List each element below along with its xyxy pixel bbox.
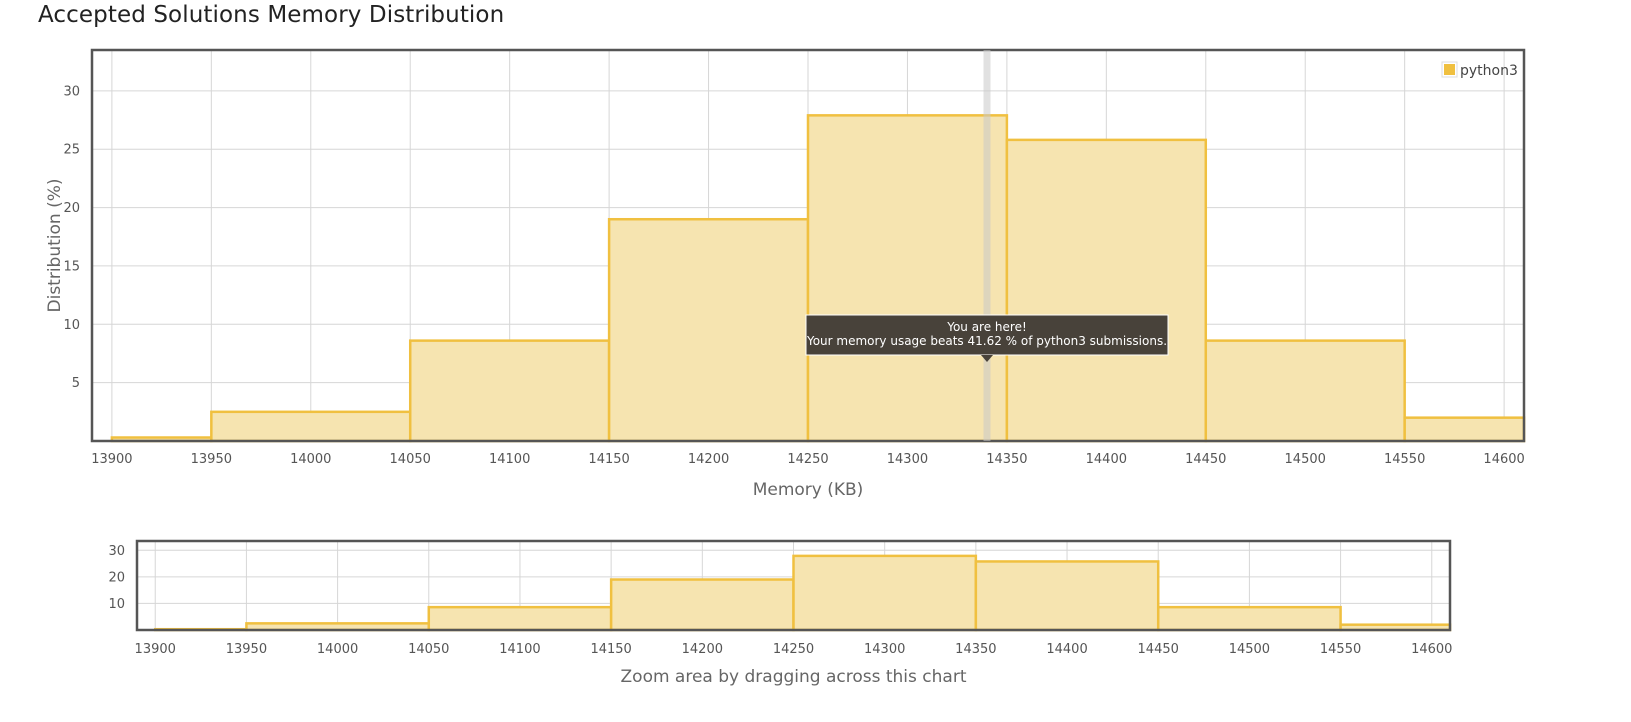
tooltip-message: Your memory usage beats 41.62 % of pytho… — [806, 334, 1167, 348]
legend-label: python3 — [1460, 63, 1518, 79]
x-tick-label: 14600 — [1411, 642, 1452, 657]
x-tick-label: 14200 — [688, 452, 729, 467]
x-tick-label: 13950 — [226, 642, 267, 657]
histogram-bar — [408, 339, 611, 443]
y-tick-label: 10 — [63, 318, 80, 333]
main-chart: 13900 13950 14000 14050 14100 14150 14200 14250… — [45, 48, 1526, 500]
x-tick-label: 14500 — [1285, 452, 1326, 467]
legend-swatch — [1444, 64, 1455, 75]
histogram-bar — [792, 554, 978, 632]
x-tick-label: 13900 — [91, 452, 132, 467]
x-tick-label: 14600 — [1483, 452, 1524, 467]
histogram-bar — [609, 578, 795, 632]
y-tick-label: 10 — [108, 597, 125, 612]
histogram-bar — [1403, 416, 1526, 443]
y-axis-title: Distribution (%) — [45, 179, 65, 313]
x-tick-label: 14050 — [408, 642, 449, 657]
x-tick-label: 13900 — [135, 642, 176, 657]
x-tick-label: 14150 — [588, 452, 629, 467]
x-tick-label: 14550 — [1320, 642, 1361, 657]
x-tick-label: 14050 — [390, 452, 431, 467]
zoom-navigator-chart: 13900 13950 14000 14050 14100 14150 14200 14250… — [108, 539, 1452, 687]
y-tick-label: 30 — [63, 84, 80, 99]
histogram-bar — [806, 114, 1009, 443]
x-tick-label: 14000 — [317, 642, 358, 657]
x-tick-label: 14150 — [590, 642, 631, 657]
y-tick-label: 20 — [63, 201, 80, 216]
x-tick-label: 14450 — [1185, 452, 1226, 467]
histogram-bar — [1204, 339, 1406, 443]
x-tick-label: 14400 — [1046, 642, 1087, 657]
x-tick-label: 14350 — [955, 642, 996, 657]
x-tick-label: 14250 — [787, 452, 828, 467]
y-tick-label: 15 — [63, 259, 80, 274]
histogram-bar — [607, 217, 810, 443]
x-tick-label: 14450 — [1138, 642, 1179, 657]
x-tick-label: 14100 — [489, 452, 530, 467]
x-tick-label: 14400 — [1086, 452, 1127, 467]
current-position-marker — [983, 50, 991, 441]
x-tick-label: 14250 — [773, 642, 814, 657]
y-tick-label: 20 — [108, 570, 125, 585]
histogram-bar — [427, 605, 613, 632]
y-tick-label: 5 — [72, 376, 80, 391]
x-axis-title: Memory (KB) — [753, 480, 864, 500]
x-tick-label: 14300 — [887, 452, 928, 467]
x-tick-label: 14350 — [986, 452, 1027, 467]
y-tick-label: 30 — [108, 544, 125, 559]
x-tick-label: 14200 — [682, 642, 723, 657]
histogram-bar — [210, 410, 412, 443]
x-tick-label: 13950 — [191, 452, 232, 467]
histogram-bar — [1005, 138, 1208, 443]
x-tick-label: 14550 — [1384, 452, 1425, 467]
y-tick-label: 25 — [63, 143, 80, 158]
chart-area[interactable]: 13900 13950 14000 14050 14100 14150 14200 14250… — [0, 0, 1631, 722]
x-tick-label: 14300 — [864, 642, 905, 657]
x-tick-label: 14100 — [499, 642, 540, 657]
histogram-bar — [974, 560, 1160, 632]
x-tick-label: 14500 — [1229, 642, 1270, 657]
x-axis-title: Zoom area by dragging across this chart — [621, 667, 967, 687]
tooltip-title: You are here! — [946, 320, 1027, 334]
x-tick-label: 14000 — [290, 452, 331, 467]
histogram-bar — [1156, 605, 1342, 632]
